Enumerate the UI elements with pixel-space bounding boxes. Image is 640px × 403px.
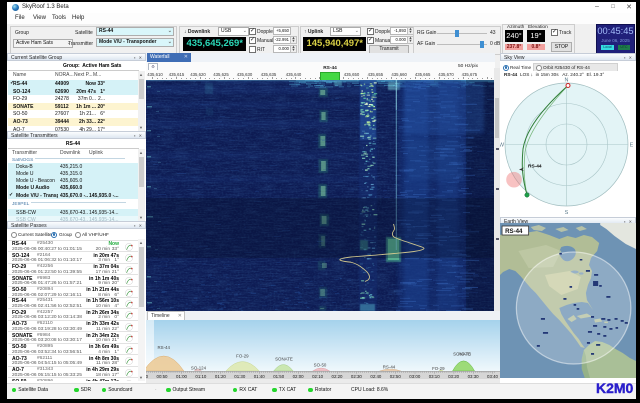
svg-text:01:00: 01:00: [176, 374, 188, 379]
svg-text:03:00: 03:00: [409, 374, 421, 379]
svg-text:RS-44: RS-44: [383, 365, 396, 370]
svg-text:02:30: 02:30: [351, 374, 363, 379]
svg-text:S: S: [565, 210, 569, 216]
svg-text:01:10: 01:10: [195, 374, 207, 379]
svg-text:AO-73: AO-73: [458, 352, 471, 357]
svg-text:SO-50: SO-50: [314, 363, 327, 368]
svg-text:03:20: 03:20: [448, 374, 460, 379]
svg-text:02:40: 02:40: [370, 374, 382, 379]
svg-text:02:50: 02:50: [390, 374, 402, 379]
svg-text:02:20: 02:20: [332, 374, 344, 379]
svg-text:03:30: 03:30: [468, 374, 480, 379]
svg-text:03:40: 03:40: [487, 374, 499, 379]
svg-text:SO-124: SO-124: [191, 366, 207, 371]
svg-text:SONATE: SONATE: [275, 357, 293, 362]
svg-text:W: W: [500, 143, 505, 149]
svg-text:00:50: 00:50: [157, 374, 169, 379]
svg-text:RS-44: RS-44: [528, 164, 542, 170]
svg-text:03:10: 03:10: [429, 374, 441, 379]
svg-text:02:10: 02:10: [312, 374, 324, 379]
svg-text:01:40: 01:40: [254, 374, 266, 379]
svg-text:E: E: [630, 143, 633, 149]
svg-text:RS-44: RS-44: [505, 229, 523, 235]
svg-text:01:30: 01:30: [234, 374, 246, 379]
svg-text:FO-29: FO-29: [236, 354, 249, 359]
svg-text:FO-29: FO-29: [432, 366, 445, 371]
svg-text:01:20: 01:20: [215, 374, 227, 379]
svg-text:N: N: [565, 78, 569, 84]
svg-text:02:00: 02:00: [293, 374, 305, 379]
svg-text:01:50: 01:50: [273, 374, 285, 379]
svg-text:RS-44: RS-44: [157, 345, 170, 350]
